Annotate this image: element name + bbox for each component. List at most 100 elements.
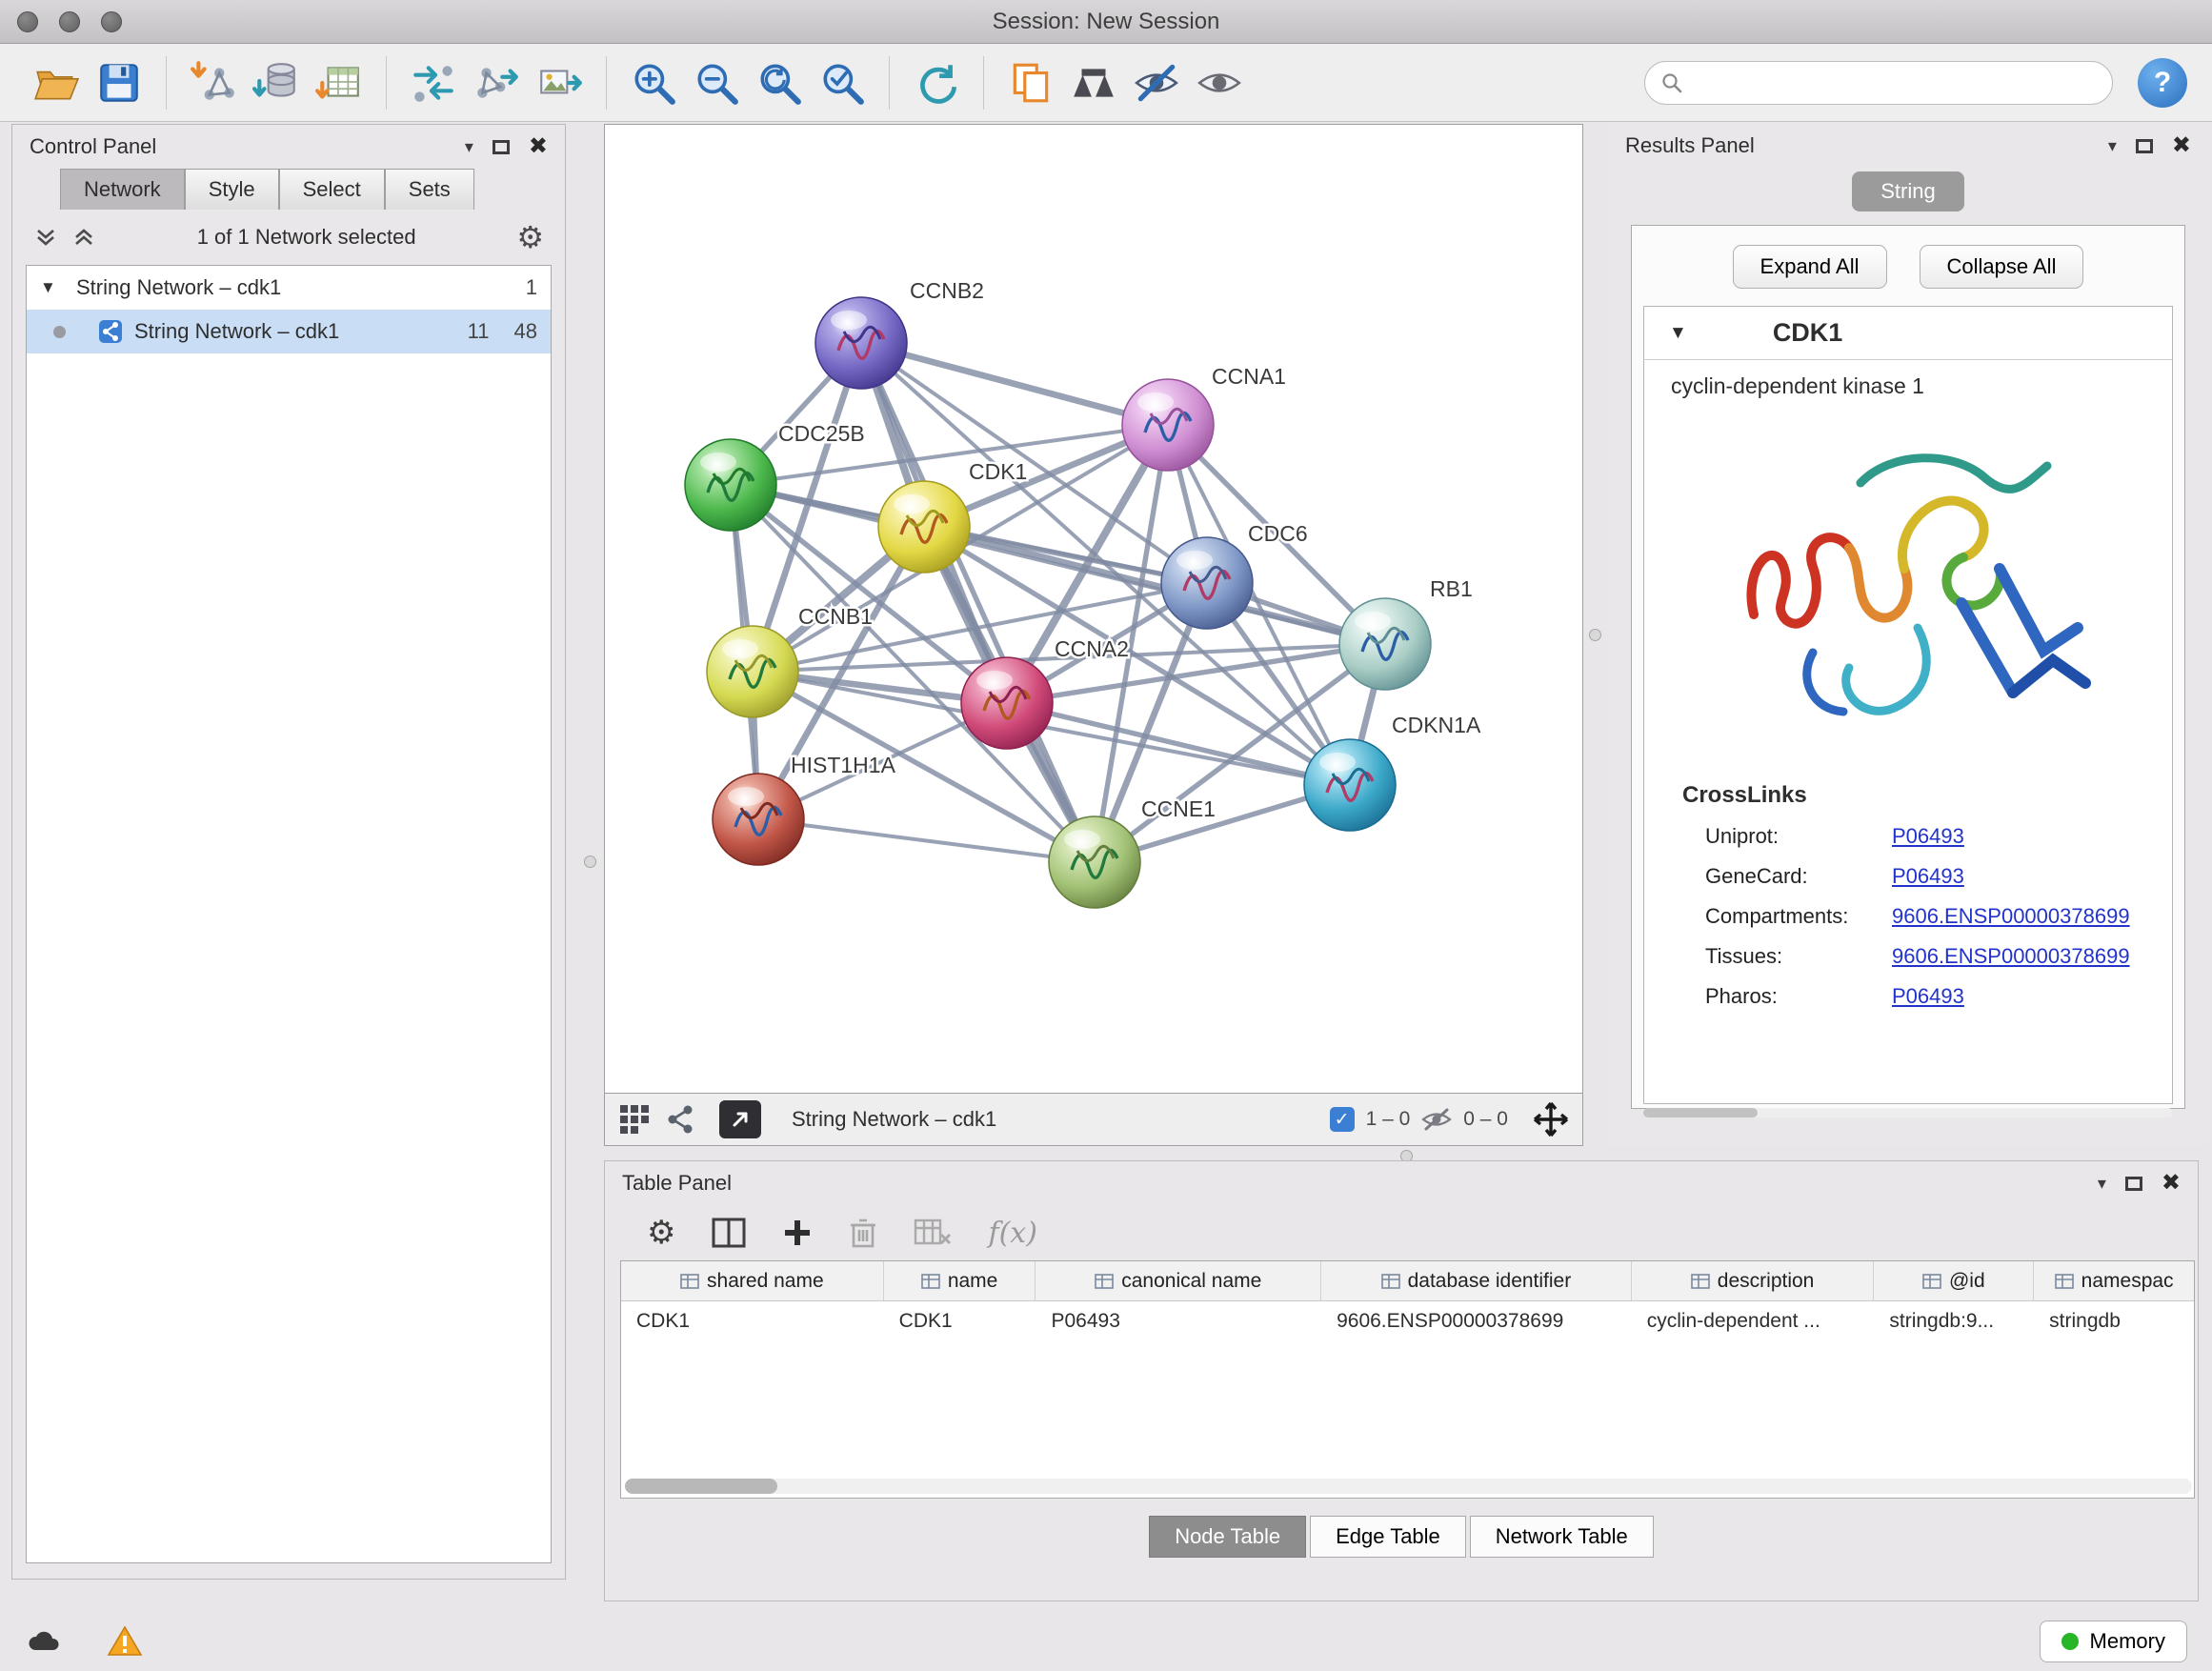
help-button[interactable]: ? — [2138, 58, 2187, 108]
network-overview-icon[interactable] — [664, 1103, 696, 1136]
hide-selected-button[interactable] — [1125, 51, 1188, 114]
show-columns-icon[interactable] — [712, 1218, 746, 1248]
pan-crosshair-icon[interactable] — [1533, 1101, 1569, 1137]
refresh-view-button[interactable] — [905, 51, 968, 114]
tab-style[interactable]: Style — [185, 169, 279, 210]
table-cell[interactable]: stringdb:9... — [1874, 1301, 2034, 1341]
table-horizontal-scrollbar[interactable] — [625, 1479, 2192, 1494]
hidden-eye-slash-icon[interactable] — [1421, 1107, 1452, 1132]
network-node-CDKN1A[interactable]: CDKN1A — [1304, 713, 1481, 831]
network-row[interactable]: String Network – cdk1 11 48 — [27, 310, 551, 353]
new-network-button[interactable] — [402, 51, 465, 114]
import-network-file-button[interactable] — [182, 51, 245, 114]
expand-all-networks-button[interactable] — [71, 225, 96, 250]
save-session-button[interactable] — [88, 51, 151, 114]
import-network-database-button[interactable] — [245, 51, 308, 114]
tab-network[interactable]: Network — [60, 169, 185, 210]
network-node-HIST1H1A[interactable]: HIST1H1A — [713, 753, 896, 865]
table-row[interactable]: CDK1 CDK1 P06493 9606.ENSP00000378699 cy… — [621, 1301, 2194, 1341]
column-header[interactable]: @id — [1874, 1261, 2034, 1300]
delete-table-icon[interactable] — [914, 1218, 952, 1247]
crosslink-link[interactable]: P06493 — [1892, 864, 1964, 889]
table-cell[interactable]: stringdb — [2034, 1301, 2194, 1341]
network-node-count: 11 — [468, 319, 490, 344]
tab-network-table[interactable]: Network Table — [1470, 1516, 1654, 1558]
search-input[interactable] — [1693, 71, 2097, 94]
table-cell[interactable]: 9606.ENSP00000378699 — [1321, 1301, 1632, 1341]
table-panel-header: Table Panel ▾ ✖ — [605, 1161, 2198, 1205]
network-node-CDK1[interactable]: CDK1 — [878, 459, 1027, 573]
tab-node-table[interactable]: Node Table — [1149, 1516, 1306, 1558]
network-canvas[interactable]: CCNB2CCNA1CDC25BCDK1CDC6RB1CCNB1CCNA2CDK… — [605, 125, 1582, 1093]
table-cell[interactable]: CDK1 — [884, 1301, 1036, 1341]
network-edge[interactable] — [758, 819, 1095, 862]
column-header[interactable]: description — [1632, 1261, 1875, 1300]
panel-float-button[interactable] — [2136, 139, 2153, 153]
memory-button[interactable]: Memory — [2040, 1621, 2187, 1662]
node-label-CDC6: CDC6 — [1248, 521, 1308, 546]
network-node-CCNA1[interactable]: CCNA1 — [1122, 364, 1286, 471]
clone-network-button[interactable] — [999, 51, 1062, 114]
collapse-all-button[interactable]: Collapse All — [1920, 245, 2084, 289]
panel-close-button[interactable]: ✖ — [2162, 1172, 2181, 1195]
export-image-button[interactable] — [528, 51, 591, 114]
crosslink-link[interactable]: P06493 — [1892, 984, 1964, 1009]
zoom-selected-button[interactable] — [811, 51, 874, 114]
column-header[interactable]: database identifier — [1321, 1261, 1632, 1300]
gene-name: CDK1 — [1773, 318, 1843, 348]
panel-float-button[interactable] — [2125, 1177, 2142, 1191]
crosslink-link[interactable]: 9606.ENSP00000378699 — [1892, 904, 2130, 929]
column-header[interactable]: shared name — [621, 1261, 884, 1300]
zoom-in-button[interactable] — [622, 51, 685, 114]
zoom-out-button[interactable] — [685, 51, 748, 114]
warnings-button[interactable] — [107, 1625, 143, 1658]
cloud-status-button[interactable] — [25, 1627, 63, 1656]
tab-sets[interactable]: Sets — [385, 169, 474, 210]
splitter-handle[interactable] — [584, 856, 596, 868]
close-window-button[interactable] — [17, 11, 38, 32]
tab-select[interactable]: Select — [279, 169, 385, 210]
selected-checkbox[interactable]: ✓ — [1330, 1107, 1355, 1132]
panel-menu-button[interactable]: ▾ — [465, 137, 473, 157]
column-header[interactable]: namespac — [2034, 1261, 2194, 1300]
panel-menu-button[interactable]: ▾ — [2098, 1174, 2106, 1194]
birds-eye-view-button[interactable] — [1062, 51, 1125, 114]
table-cell[interactable]: P06493 — [1036, 1301, 1321, 1341]
zoom-fit-button[interactable] — [748, 51, 811, 114]
panel-close-button[interactable]: ✖ — [2172, 134, 2191, 157]
collapse-all-networks-button[interactable] — [33, 225, 58, 250]
export-network-button[interactable] — [465, 51, 528, 114]
network-edge[interactable] — [861, 343, 1095, 862]
add-column-icon[interactable] — [782, 1218, 813, 1248]
expand-all-button[interactable]: Expand All — [1733, 245, 1887, 289]
maximize-window-button[interactable] — [101, 11, 122, 32]
crosslink-link[interactable]: P06493 — [1892, 824, 1964, 849]
panel-menu-button[interactable]: ▾ — [2108, 136, 2117, 156]
results-scrollbar[interactable] — [1643, 1108, 2173, 1117]
splitter-handle[interactable] — [1589, 629, 1601, 641]
show-all-button[interactable] — [1188, 51, 1251, 114]
open-session-button[interactable] — [25, 51, 88, 114]
network-collection-row[interactable]: ▼ String Network – cdk1 1 — [27, 266, 551, 310]
table-settings-gear-icon[interactable]: ⚙ — [647, 1214, 675, 1252]
panel-close-button[interactable]: ✖ — [529, 135, 548, 158]
tab-edge-table[interactable]: Edge Table — [1310, 1516, 1466, 1558]
entry-caret-icon[interactable]: ▼ — [1669, 323, 1687, 344]
crosslink-link[interactable]: 9606.ENSP00000378699 — [1892, 944, 2130, 969]
grid-view-icon[interactable] — [618, 1103, 651, 1136]
column-header[interactable]: canonical name — [1036, 1261, 1321, 1300]
minimize-window-button[interactable] — [59, 11, 80, 32]
collection-caret-icon[interactable]: ▼ — [40, 278, 65, 297]
import-table-button[interactable] — [308, 51, 371, 114]
panel-float-button[interactable] — [493, 140, 510, 154]
table-cell[interactable]: cyclin-dependent ... — [1632, 1301, 1875, 1341]
column-header[interactable]: name — [884, 1261, 1036, 1300]
network-options-gear-icon[interactable]: ⚙ — [516, 222, 544, 252]
function-builder-button[interactable]: f(x) — [988, 1217, 1036, 1250]
tab-string[interactable]: String — [1852, 171, 1963, 211]
table-cell[interactable]: CDK1 — [621, 1301, 884, 1341]
delete-column-icon[interactable] — [849, 1217, 877, 1249]
network-node-RB1[interactable]: RB1 — [1339, 576, 1473, 690]
node-table: shared name name canonical name database… — [620, 1260, 2195, 1499]
export-view-button[interactable] — [719, 1100, 761, 1138]
